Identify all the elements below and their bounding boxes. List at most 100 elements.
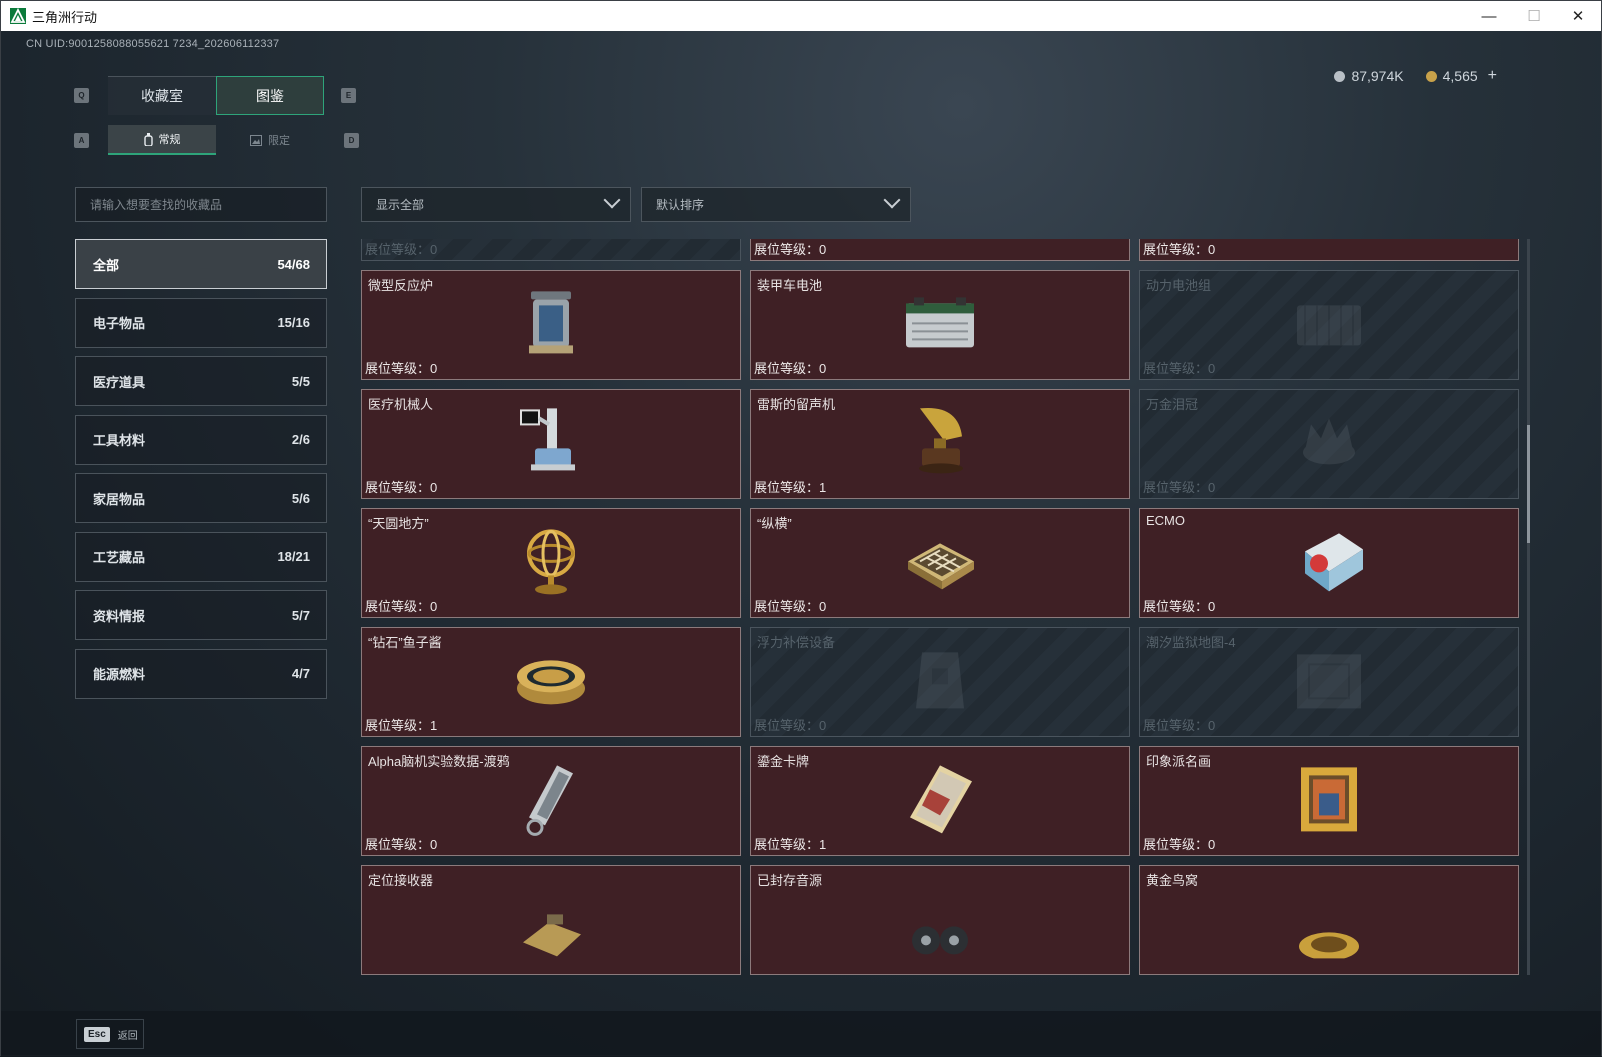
level-label: 展位等级： xyxy=(365,837,431,852)
category-label: 全部 xyxy=(93,257,120,273)
level-value: 1 xyxy=(819,837,827,852)
search-input[interactable]: 请输入想要查找的收藏品 xyxy=(75,187,327,222)
level-label: 展位等级： xyxy=(365,718,431,733)
level-value: 0 xyxy=(819,718,827,733)
category-count: 5/7 xyxy=(291,607,310,623)
category-count: 54/68 xyxy=(277,256,310,272)
filter-dropdown[interactable]: 显示全部 xyxy=(361,187,631,222)
category-all[interactable]: 全部 54/68 xyxy=(75,239,327,289)
collection-card[interactable]: 装甲车电池 展位等级：0 xyxy=(750,270,1130,380)
level-label: 展位等级： xyxy=(754,718,820,733)
item-level: 展位等级：0 xyxy=(1143,239,1215,258)
tab-collection-room[interactable]: 收藏室 xyxy=(108,76,216,115)
tab-catalog[interactable]: 图鉴 xyxy=(216,76,324,115)
subtab-regular[interactable]: 常规 xyxy=(108,125,216,155)
gold-coin-icon xyxy=(1425,70,1437,82)
silver-coin-icon xyxy=(1334,70,1346,82)
category-label: 资料情报 xyxy=(93,608,146,624)
collection-card[interactable]: 展位等级：0 xyxy=(1139,239,1519,261)
item-name: Alpha脑机实验数据-渡鸦 xyxy=(368,754,510,769)
category-label: 工艺藏品 xyxy=(93,550,146,565)
category-electronics[interactable]: 电子物品 15/16 xyxy=(75,297,327,348)
category-medical[interactable]: 医疗道具 5/5 xyxy=(75,356,327,406)
item-level: 展位等级：0 xyxy=(1143,477,1215,496)
item-level: 展位等级：0 xyxy=(754,596,826,615)
item-level: 展位等级：0 xyxy=(1143,596,1215,615)
card-icon xyxy=(910,765,972,834)
reactor-icon xyxy=(529,291,573,354)
level-value: 1 xyxy=(819,480,827,495)
item-level: 展位等级：0 xyxy=(365,596,437,615)
collection-card[interactable]: 展位等级：0 xyxy=(361,239,741,261)
collection-card[interactable]: 雷斯的留声机 展位等级：1 xyxy=(750,389,1130,499)
item-level: 展位等级：0 xyxy=(365,239,437,258)
subtab-limited[interactable]: 限定 xyxy=(216,125,324,155)
level-label: 展位等级： xyxy=(365,480,431,495)
item-level: 展位等级：0 xyxy=(754,358,826,377)
esc-key-hint: Esc xyxy=(84,1026,110,1042)
item-name: 鎏金卡牌 xyxy=(757,754,810,769)
collection-grid-viewport[interactable]: 展位等级：0 展位等级：0 展位等级：0 微型反应炉 展位等级：0 装甲车电池 展位等级：0… xyxy=(361,239,1521,975)
sort-dropdown[interactable]: 默认排序 xyxy=(641,187,911,222)
item-name: 雷斯的留声机 xyxy=(757,397,836,412)
category-label: 家居物品 xyxy=(93,491,146,507)
level-value: 0 xyxy=(1208,361,1216,376)
item-name: 万金泪冠 xyxy=(1146,397,1199,412)
collection-card[interactable]: 印象派名画 展位等级：0 xyxy=(1139,746,1519,856)
category-label: 工具材料 xyxy=(93,433,146,448)
category-intel[interactable]: 资料情报 5/7 xyxy=(75,590,327,640)
level-label: 展位等级： xyxy=(1143,480,1209,495)
collection-card[interactable]: ECMO 展位等级：0 xyxy=(1139,508,1519,618)
category-list: 全部 54/68 电子物品 15/16 医疗道具 5/5 工具材料 2/6 家居物品 5/… xyxy=(75,239,327,707)
level-value: 0 xyxy=(430,837,438,852)
collection-card[interactable]: 医疗机械人 展位等级：0 xyxy=(361,389,741,499)
item-name: 微型反应炉 xyxy=(368,278,434,293)
category-energy[interactable]: 能源燃料 4/7 xyxy=(75,648,327,699)
collection-card[interactable]: 黄金鸟窝 xyxy=(1139,865,1519,975)
item-level: 展位等级：0 xyxy=(1143,715,1215,734)
collection-card[interactable]: “纵横” 展位等级：0 xyxy=(750,508,1130,618)
back-button[interactable]: Esc 返回 xyxy=(76,1019,144,1049)
collection-card[interactable]: 动力电池组 展位等级：0 xyxy=(1139,270,1519,380)
painting-icon xyxy=(1301,767,1357,832)
collection-card[interactable]: “天圆地方” 展位等级：0 xyxy=(361,508,741,618)
collection-card[interactable]: 微型反应炉 展位等级：0 xyxy=(361,270,741,380)
currency-bar: 87,974K 4,565 + xyxy=(1334,67,1497,85)
ecmo-icon xyxy=(1305,533,1363,592)
collection-grid: 展位等级：0 展位等级：0 展位等级：0 微型反应炉 展位等级：0 装甲车电池 展位等级：0… xyxy=(361,239,1519,975)
close-button[interactable]: ✕ xyxy=(1555,1,1601,31)
minimize-button[interactable]: — xyxy=(1466,1,1512,31)
level-value: 0 xyxy=(430,599,438,614)
collection-card[interactable]: “钻石”鱼子酱 展位等级：1 xyxy=(361,627,741,737)
category-crafts[interactable]: 工艺藏品 18/21 xyxy=(75,531,327,582)
collection-card[interactable]: 展位等级：0 xyxy=(750,239,1130,261)
grid-scrollbar[interactable] xyxy=(1527,239,1530,975)
map-icon xyxy=(1297,654,1361,709)
collection-card[interactable]: Alpha脑机实验数据-渡鸦 展位等级：0 xyxy=(361,746,741,856)
item-level: 展位等级：0 xyxy=(754,715,826,734)
currency-gold[interactable]: 4,565 + xyxy=(1425,67,1497,85)
maximize-button[interactable]: ☐ xyxy=(1511,1,1557,31)
item-name: 潮汐监狱地图-4 xyxy=(1146,635,1236,650)
level-value: 0 xyxy=(430,361,438,376)
level-value: 0 xyxy=(819,599,827,614)
collection-card[interactable]: 定位接收器 xyxy=(361,865,741,975)
category-household[interactable]: 家居物品 5/6 xyxy=(75,473,327,523)
collection-card[interactable]: 潮汐监狱地图-4 展位等级：0 xyxy=(1139,627,1519,737)
scrollbar-thumb[interactable] xyxy=(1527,425,1530,543)
key-hint-e: E xyxy=(341,88,356,103)
level-value: 0 xyxy=(430,242,438,257)
collection-card[interactable]: 鎏金卡牌展位等级：1 xyxy=(750,746,1130,856)
category-label: 医疗道具 xyxy=(93,374,146,390)
item-name: 已封存音源 xyxy=(757,873,823,888)
collection-card[interactable]: 已封存音源 xyxy=(750,865,1130,975)
category-tools[interactable]: 工具材料 2/6 xyxy=(75,414,327,465)
level-label: 展位等级： xyxy=(754,242,820,257)
item-name: 浮力补偿设备 xyxy=(757,635,836,650)
subtab-regular-label: 常规 xyxy=(158,134,181,146)
collection-card[interactable]: 万金泪冠展位等级：0 xyxy=(1139,389,1519,499)
level-label: 展位等级： xyxy=(754,837,820,852)
add-currency-button[interactable]: + xyxy=(1488,67,1497,85)
collection-card[interactable]: 浮力补偿设备 展位等级：0 xyxy=(750,627,1130,737)
tape-reel-icon xyxy=(912,926,968,955)
